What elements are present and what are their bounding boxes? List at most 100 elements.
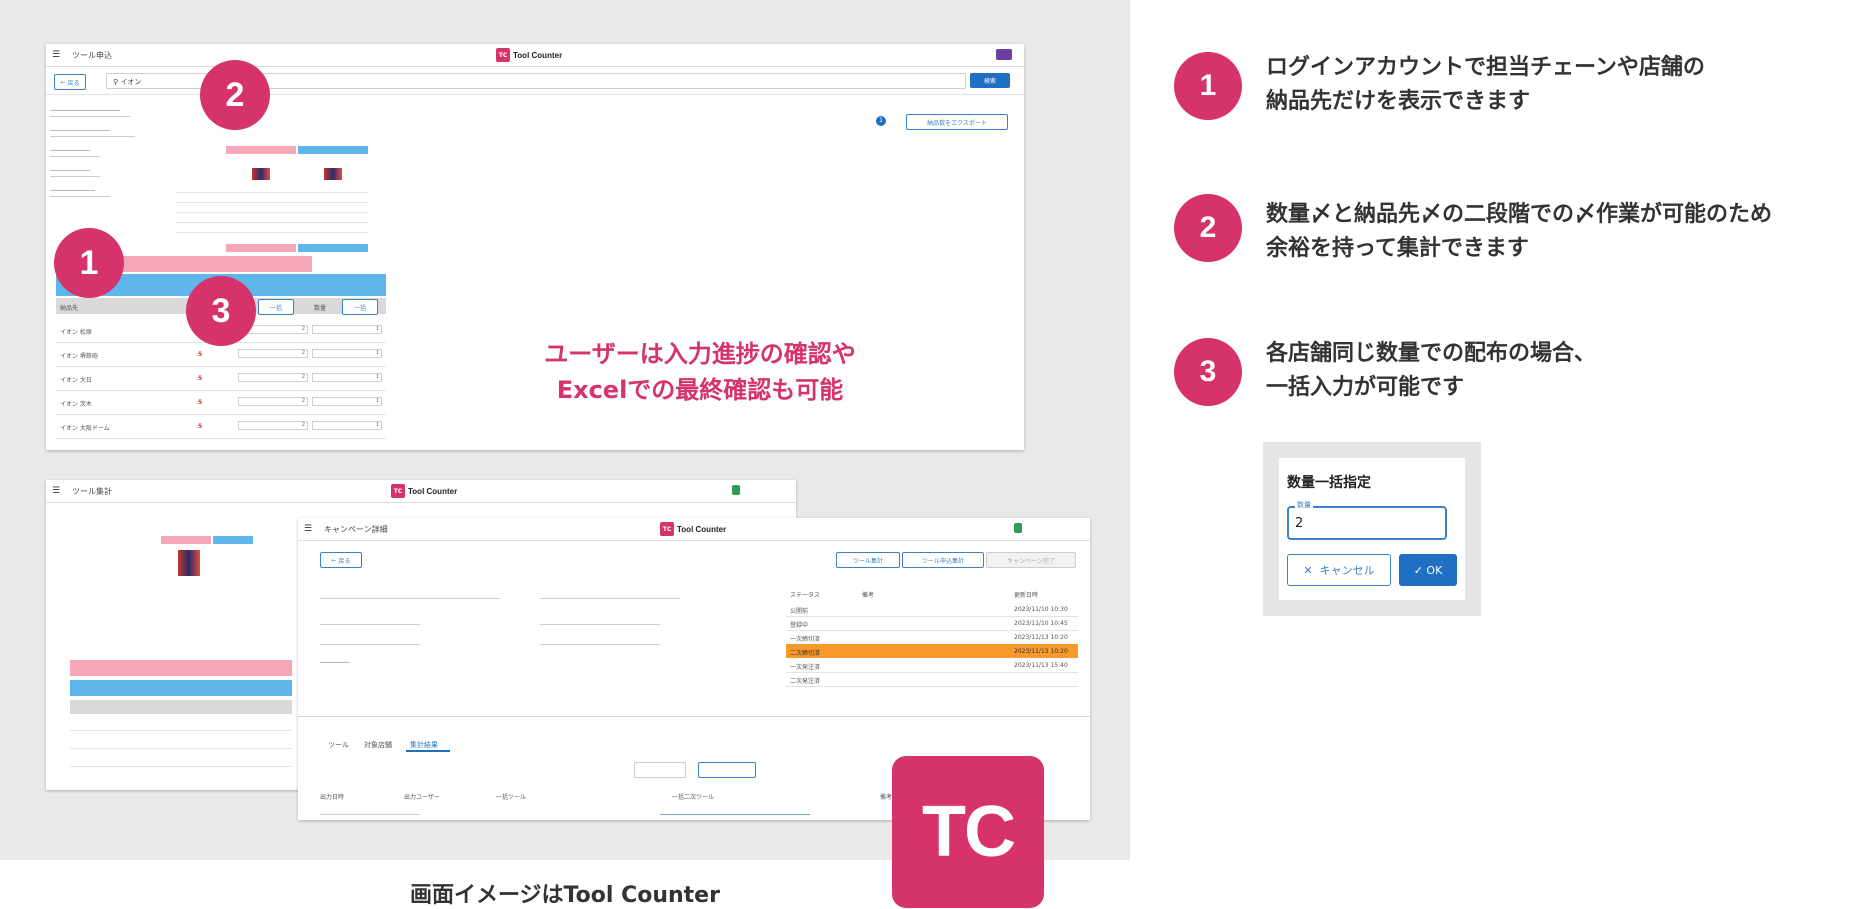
- user-avatar[interactable]: [996, 49, 1012, 60]
- status-date: 2023/11/13 10:20: [1014, 648, 1068, 655]
- window-title: キャンペーン詳細: [324, 525, 388, 534]
- window-title: ツール申込: [72, 51, 112, 60]
- quantity-input[interactable]: 2: [1287, 506, 1447, 540]
- product-thumbnail: [252, 168, 270, 180]
- tool-summary-button[interactable]: ツール集計: [836, 552, 900, 568]
- brand-logo: TC Tool Counter: [496, 47, 562, 63]
- back-label: 戻る: [338, 557, 351, 565]
- ok-button[interactable]: ✓ OK: [1399, 554, 1457, 586]
- batch-button-2[interactable]: 一括: [342, 299, 378, 315]
- status-name: 公開前: [790, 608, 809, 615]
- qty-input[interactable]: 2: [238, 373, 308, 382]
- feature-1-line-2: 納品先だけを表示できます: [1266, 89, 1531, 114]
- status-date: 2023/11/10 10:45: [1014, 620, 1068, 627]
- campaign-complete-button[interactable]: キャンペーン完了: [986, 552, 1076, 568]
- close-icon: ✕: [1303, 563, 1320, 577]
- status-row: 登録中 2023/11/10 10:45: [786, 616, 1078, 631]
- qty-input[interactable]: 2: [238, 397, 308, 406]
- hamburger-menu-icon[interactable]: ☰: [304, 524, 312, 534]
- product-table: [176, 132, 421, 257]
- tab-tools[interactable]: ツール: [328, 740, 349, 750]
- quantity-value: 2: [1295, 516, 1304, 531]
- feature-1-text: ログインアカウントで担当チェーンや店舗の 納品先だけを表示できます: [1266, 51, 1705, 119]
- export-button[interactable]: [698, 762, 756, 778]
- app-header: ☰ ツール申込 TC Tool Counter: [46, 44, 1024, 67]
- feature-2-line-1: 数量〆と納品先〆の二段階での〆作業が可能のため: [1266, 202, 1773, 227]
- list-header: 出力日時: [320, 794, 345, 801]
- hamburger-menu-icon[interactable]: ☰: [52, 50, 60, 60]
- list-header: 一括二次ツール: [672, 794, 715, 801]
- batch-quantity-dialog-screenshot: 数量一括指定 2 数量 ✕ キャンセル ✓ OK: [1263, 442, 1481, 616]
- row-mark: 5: [198, 375, 203, 382]
- user-avatar[interactable]: [1014, 523, 1022, 533]
- status-name: 登録中: [790, 622, 809, 629]
- qty-input[interactable]: 1: [312, 349, 382, 358]
- search-value: イオン: [120, 78, 142, 86]
- store-name: イオン 大日: [60, 377, 92, 384]
- qty-input[interactable]: 2: [238, 421, 308, 430]
- caption-line-1: ユーザーは入力進捗の確認や: [544, 340, 856, 368]
- feature-2-text: 数量〆と納品先〆の二段階での〆作業が可能のため 余裕を持って集計できます: [1266, 198, 1772, 266]
- note-col-header: 備考: [862, 592, 875, 599]
- status-date: 2023/11/10 10:30: [1014, 606, 1068, 613]
- back-button[interactable]: ← 戻る: [54, 74, 86, 90]
- feature-3-number: 3: [1174, 338, 1242, 406]
- feature-3-line-2: 一括入力が可能です: [1266, 375, 1465, 400]
- back-arrow-icon: ←: [60, 78, 68, 86]
- cancel-button[interactable]: ✕ キャンセル: [1287, 554, 1391, 586]
- qty-input[interactable]: 1: [312, 421, 382, 430]
- back-button[interactable]: ← 戻る: [320, 552, 362, 568]
- ok-label: OK: [1426, 563, 1443, 577]
- page-number[interactable]: 1: [876, 116, 886, 126]
- brand-name: Tool Counter: [677, 524, 727, 534]
- back-label: 戻る: [67, 79, 80, 87]
- screenshot-caption: 画面イメージはTool Counter: [410, 883, 720, 908]
- qty-input[interactable]: 2: [238, 349, 308, 358]
- store-name: イオン 松原: [60, 329, 92, 336]
- summary-table: [56, 510, 306, 780]
- callout-1: 1: [54, 228, 124, 298]
- search-bar: ← 戻る ⚲ イオン 検索: [46, 66, 1024, 95]
- cancel-label: キャンセル: [1319, 564, 1375, 577]
- tc-logo-icon: TC: [391, 484, 405, 498]
- qty-input[interactable]: 1: [312, 397, 382, 406]
- search-icon: ⚲: [113, 78, 119, 86]
- status-date: 2023/11/13 10:20: [1014, 634, 1068, 641]
- store-name: イオン 大阪ドーム: [60, 425, 110, 432]
- batch-quantity-dialog: 数量一括指定 2 数量 ✕ キャンセル ✓ OK: [1279, 458, 1465, 600]
- status-table: ステータス 備考 更新日時 公開前 2023/11/10 10:30 登録中 2…: [786, 590, 1078, 700]
- tab-target-stores[interactable]: 対象店舗: [364, 740, 392, 750]
- status-name: 一次締切済: [790, 636, 821, 643]
- list-header: 出力ユーザー: [404, 794, 440, 801]
- tab-results[interactable]: 集計結果: [410, 740, 438, 750]
- tool-counter-logo: TC: [892, 756, 1044, 908]
- status-date: 2023/11/13 15:40: [1014, 662, 1068, 669]
- window-title: ツール集計: [72, 487, 112, 496]
- table-row: イオン 大日 5 2 1: [56, 366, 386, 391]
- batch-button[interactable]: 一括: [258, 299, 294, 315]
- store-name: イオン 茨木: [60, 401, 92, 408]
- store-name: イオン 堺鉄砲: [60, 353, 98, 360]
- feature-3-line-1: 各店舗同じ数量での配布の場合、: [1266, 341, 1597, 366]
- active-tab-indicator: [406, 750, 450, 752]
- back-arrow-icon: ←: [331, 556, 339, 564]
- export-disabled-button[interactable]: [634, 762, 686, 778]
- header-qty: 数量: [314, 305, 327, 312]
- brand-logo: TC Tool Counter: [391, 483, 457, 499]
- callout-3: 3: [186, 276, 256, 346]
- caption-line-2: Excelでの最終確認も可能: [556, 376, 844, 404]
- tool-application-summary-button[interactable]: ツール申込集計: [902, 552, 984, 568]
- export-button[interactable]: 納品数をエクスポート: [906, 114, 1008, 130]
- status-name: 一次発注済: [790, 664, 821, 671]
- feature-2-line-2: 余裕を持って集計できます: [1266, 236, 1529, 261]
- list-header: 備考: [880, 794, 893, 801]
- user-avatar[interactable]: [732, 485, 740, 495]
- hamburger-menu-icon[interactable]: ☰: [52, 486, 60, 496]
- qty-input[interactable]: 1: [312, 325, 382, 334]
- status-row: 二次発注済: [786, 672, 1078, 687]
- batch-button-label: 一括: [353, 304, 366, 312]
- status-name: 二次発注済: [790, 678, 821, 685]
- search-button[interactable]: 検索: [970, 73, 1010, 88]
- qty-input[interactable]: 1: [312, 373, 382, 382]
- feature-1-line-1: ログインアカウントで担当チェーンや店舗の: [1266, 55, 1705, 80]
